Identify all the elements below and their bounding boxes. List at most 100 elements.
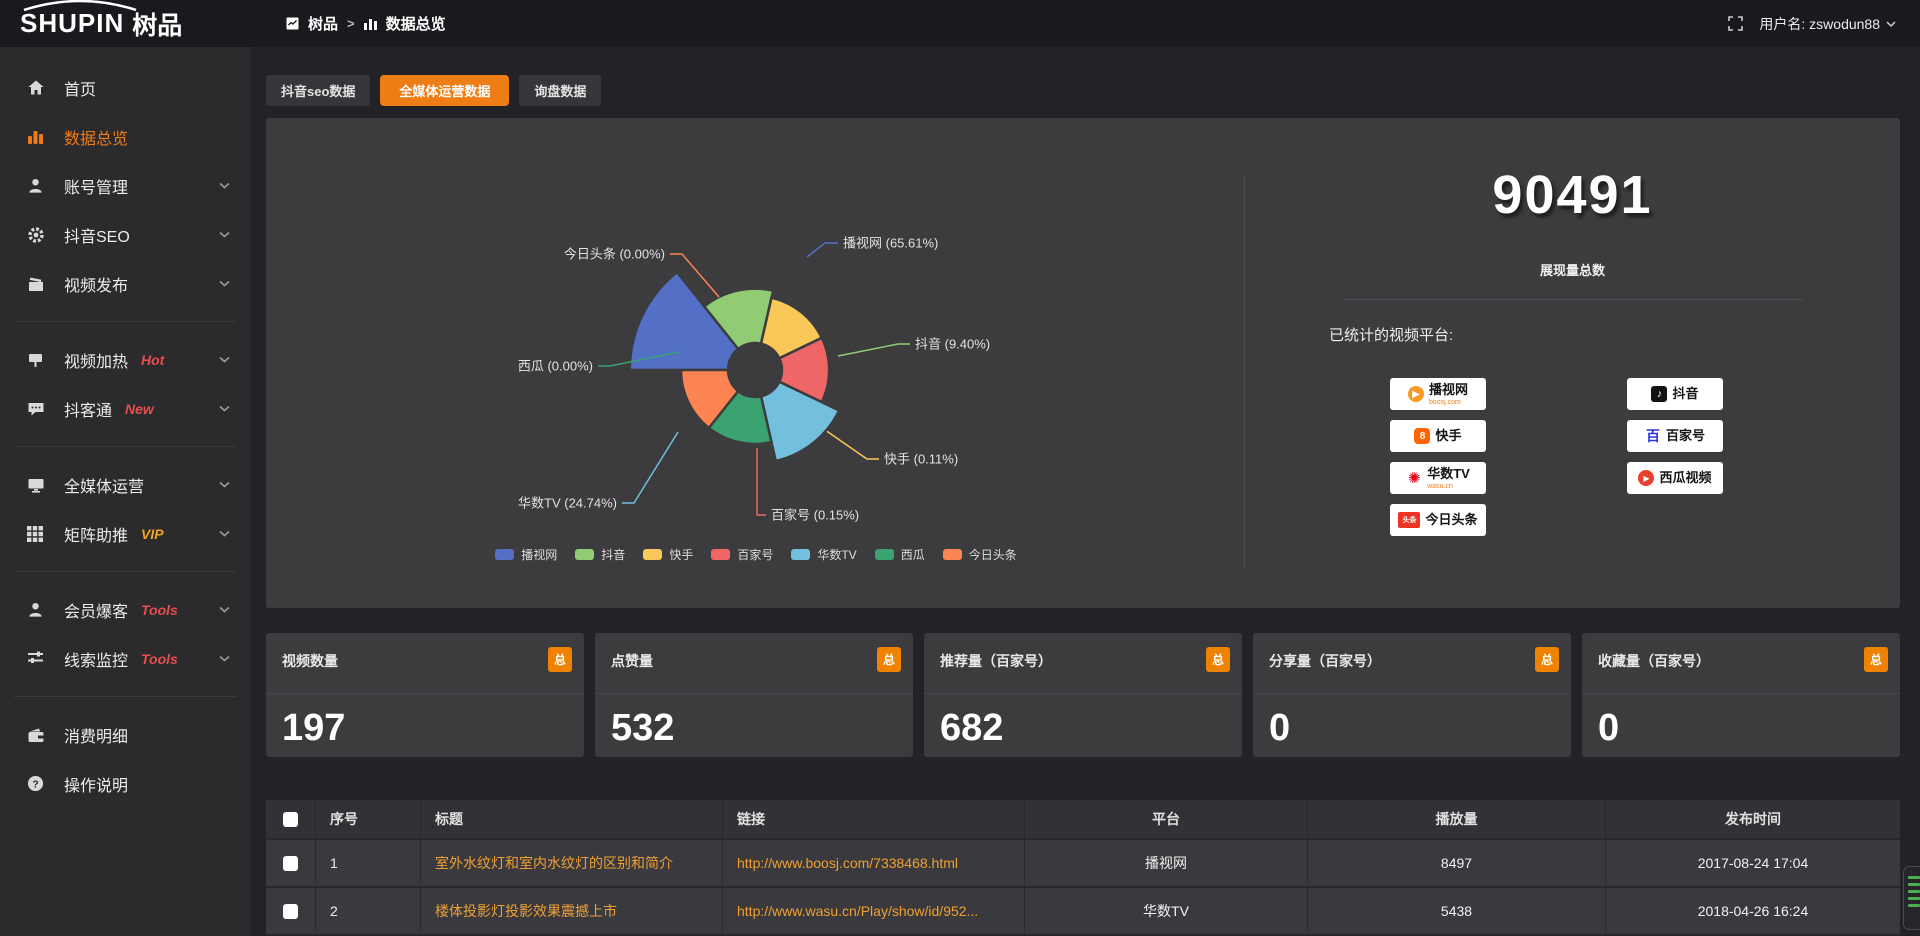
legend-item[interactable]: 快手 xyxy=(643,546,693,563)
sidebar-item-data-overview[interactable]: 数据总览 xyxy=(0,112,250,161)
pie-label: 百家号 (0.15%) xyxy=(771,508,859,523)
row-checkbox[interactable] xyxy=(283,856,298,871)
platform-badge-column-right: ♪ 抖音 百 百家号 ▶ 西瓜视频 xyxy=(1627,378,1723,494)
breadcrumb-root[interactable]: 树品 xyxy=(308,13,338,34)
pie-label: 今日头条 (0.00%) xyxy=(564,247,665,262)
row-views: 5438 xyxy=(1441,903,1472,919)
sidebar-item-matrix-boost[interactable]: 矩阵助推 VIP xyxy=(0,509,250,558)
platform-badge-kuaishou[interactable]: 8 快手 xyxy=(1390,420,1486,452)
impressions-total-value: 90491 xyxy=(1245,164,1900,226)
legend-item[interactable]: 西瓜 xyxy=(875,546,925,563)
sidebar-item-spending-details[interactable]: 消费明细 xyxy=(0,710,250,759)
pie-slice[interactable] xyxy=(761,382,839,461)
platform-badge-douyin[interactable]: ♪ 抖音 xyxy=(1627,378,1723,410)
sidebar-item-home[interactable]: 首页 xyxy=(0,63,250,112)
sidebar-item-doketong[interactable]: 抖客通 New xyxy=(0,384,250,433)
svg-text:?: ? xyxy=(32,779,38,790)
stat-value: 0 xyxy=(1598,707,1619,750)
pie-label: 西瓜 (0.00%) xyxy=(518,359,593,374)
legend-item[interactable]: 今日头条 xyxy=(943,546,1017,563)
row-url-link[interactable]: http://www.wasu.cn/Play/show/id/952... xyxy=(737,903,978,919)
total-badge[interactable]: 总 xyxy=(1864,647,1888,672)
total-badge[interactable]: 总 xyxy=(1206,647,1230,672)
user-menu[interactable]: 用户名: zswodun88 xyxy=(1759,14,1896,34)
pie-label: 华数TV (24.74%) xyxy=(518,496,617,511)
tab-inquiry-data[interactable]: 询盘数据 xyxy=(519,75,601,106)
col-header-link: 链接 xyxy=(723,800,1025,838)
stat-card-row: 视频数量 总 197 点赞量 总 532 推荐量（百家号） 总 682 分享量（… xyxy=(266,633,1900,757)
douyin-icon: ♪ xyxy=(1651,386,1667,402)
video-table: 序号 标题 链接 平台 播放量 发布时间 1 室外水纹灯和室内水纹灯的区别和简介… xyxy=(266,800,1900,936)
floating-helper-widget[interactable] xyxy=(1903,866,1920,930)
baijiahao-icon: 百 xyxy=(1645,428,1661,444)
grid-icon xyxy=(27,526,47,542)
logo-text: SHUPIN xyxy=(20,8,124,39)
select-all-checkbox[interactable] xyxy=(283,812,298,827)
row-platform: 华数TV xyxy=(1143,901,1189,921)
stat-card-likes: 点赞量 总 532 xyxy=(595,633,913,757)
label-leader-line xyxy=(757,448,766,515)
bar-chart-icon xyxy=(364,18,377,30)
wasu-icon: ✺ xyxy=(1406,470,1422,486)
legend-item[interactable]: 播视网 xyxy=(495,546,557,563)
main-content: 抖音seo数据 全媒体运营数据 询盘数据 播视网 (65.61%)抖音 (9.4… xyxy=(250,47,1920,936)
label-leader-line xyxy=(622,432,678,503)
sidebar-item-video-publish[interactable]: 视频发布 xyxy=(0,259,250,308)
logo-arc-icon xyxy=(21,0,139,11)
sidebar-item-instructions[interactable]: ? 操作说明 xyxy=(0,759,250,808)
legend-label: 抖音 xyxy=(601,546,625,563)
platform-share-card: 播视网 (65.61%)抖音 (9.40%)快手 (0.11%)百家号 (0.1… xyxy=(266,118,1900,608)
legend-item[interactable]: 抖音 xyxy=(575,546,625,563)
legend-item[interactable]: 百家号 xyxy=(711,546,773,563)
row-views: 8497 xyxy=(1441,855,1472,871)
label-leader-line xyxy=(807,243,838,257)
legend-item[interactable]: 华数TV xyxy=(791,546,856,563)
row-title-link[interactable]: 楼体投影灯投影效果震撼上市 xyxy=(435,901,617,921)
tools-tag: Tools xyxy=(141,651,178,667)
summary-panel: 90491 展现量总数 已统计的视频平台: ▶ 播视网boosj.com 8 快… xyxy=(1245,118,1900,608)
stat-card-video-count: 视频数量 总 197 xyxy=(266,633,584,757)
sidebar-divider xyxy=(14,571,236,572)
vip-tag: VIP xyxy=(141,526,164,542)
legend-swatch xyxy=(875,549,894,560)
legend-swatch xyxy=(943,549,962,560)
home-icon xyxy=(27,79,47,96)
chevron-down-icon xyxy=(1886,21,1896,27)
user-icon xyxy=(27,177,47,194)
topbar: SHUPIN 树品 树品 > 数据总览 用户名: zswodun88 xyxy=(0,0,1920,47)
tab-omnimedia-data[interactable]: 全媒体运营数据 xyxy=(380,75,509,106)
new-tag: New xyxy=(125,401,154,417)
stat-value: 682 xyxy=(940,707,1003,750)
row-url-link[interactable]: http://www.boosj.com/7338468.html xyxy=(737,855,958,871)
sidebar-item-omnimedia[interactable]: 全媒体运营 xyxy=(0,460,250,509)
fullscreen-icon[interactable] xyxy=(1728,16,1743,31)
platform-badge-boosj[interactable]: ▶ 播视网boosj.com xyxy=(1390,378,1486,410)
tab-douyin-seo-data[interactable]: 抖音seo数据 xyxy=(266,75,370,106)
pie-label: 抖音 (9.40%) xyxy=(915,337,990,352)
legend-label: 播视网 xyxy=(521,546,557,563)
stat-card-shares: 分享量（百家号） 总 0 xyxy=(1253,633,1571,757)
total-badge[interactable]: 总 xyxy=(877,647,901,672)
total-badge[interactable]: 总 xyxy=(548,647,572,672)
platform-badge-baijiahao[interactable]: 百 百家号 xyxy=(1627,420,1723,452)
row-no: 1 xyxy=(330,855,338,871)
rose-pie-chart[interactable]: 播视网 (65.61%)抖音 (9.40%)快手 (0.11%)百家号 (0.1… xyxy=(266,118,1246,588)
member-icon xyxy=(27,601,47,618)
row-checkbox[interactable] xyxy=(283,904,298,919)
sidebar-item-member-burst[interactable]: 会员爆客 Tools xyxy=(0,585,250,634)
platform-badge-toutiao[interactable]: 头条 今日头条 xyxy=(1390,504,1486,536)
breadcrumb-separator: > xyxy=(347,16,355,31)
sidebar-item-douyin-seo[interactable]: 抖音SEO xyxy=(0,210,250,259)
sidebar-item-account[interactable]: 账号管理 xyxy=(0,161,250,210)
row-title-link[interactable]: 室外水纹灯和室内水纹灯的区别和简介 xyxy=(435,853,673,873)
chevron-down-icon xyxy=(219,481,230,488)
sidebar-item-lead-monitor[interactable]: 线索监控 Tools xyxy=(0,634,250,683)
sidebar-item-video-heat[interactable]: 视频加热 Hot xyxy=(0,335,250,384)
platform-badge-xigua[interactable]: ▶ 西瓜视频 xyxy=(1627,462,1723,494)
chevron-down-icon xyxy=(219,280,230,287)
total-badge[interactable]: 总 xyxy=(1535,647,1559,672)
platform-badge-wasu[interactable]: ✺ 华数TVwasu.cn xyxy=(1390,462,1486,494)
sidebar-divider xyxy=(14,696,236,697)
app-logo: SHUPIN 树品 xyxy=(0,6,250,42)
legend-label: 百家号 xyxy=(737,546,773,563)
